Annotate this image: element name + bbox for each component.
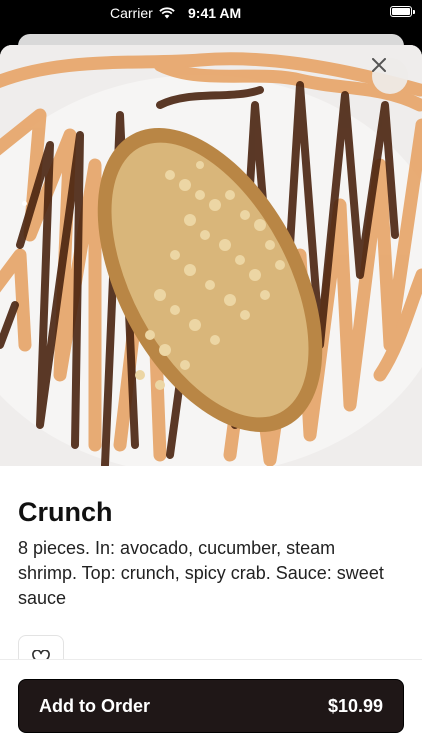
close-button[interactable] — [372, 58, 408, 94]
product-title: Crunch — [18, 497, 113, 527]
product-image — [0, 45, 422, 466]
product-photo-illustration — [0, 45, 422, 466]
status-bar: Carrier 9:41 AM — [0, 0, 422, 26]
add-to-order-button[interactable]: Add to Order $10.99 — [18, 679, 404, 733]
add-to-order-label: Add to Order — [39, 695, 150, 716]
order-price: $10.99 — [327, 695, 383, 716]
product-description: 8 pieces. In: avocado, cucumber, steam s… — [18, 538, 384, 608]
carrier-label: Carrier — [110, 5, 153, 21]
close-icon — [372, 58, 386, 72]
order-footer: Add to Order $10.99 — [0, 659, 422, 750]
clock: 9:41 AM — [188, 5, 242, 21]
product-sheet: Crunch 8 pieces. In: avocado, cucumber, … — [0, 45, 422, 750]
carrier-group: Carrier — [110, 5, 175, 21]
image-pager-dot — [22, 201, 27, 206]
wifi-icon — [159, 7, 175, 19]
battery-icon — [390, 6, 415, 17]
